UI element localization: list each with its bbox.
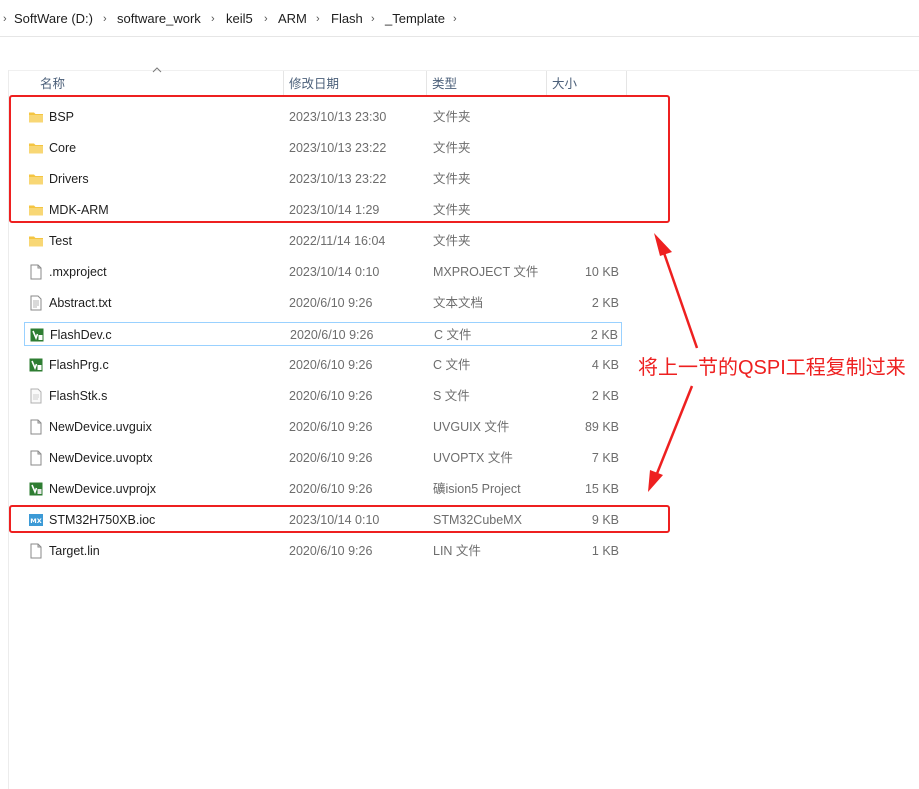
toolbar-spacer [0, 37, 919, 71]
highlight-box-folders [9, 95, 670, 223]
file-modified-date: 2020/6/10 9:26 [289, 296, 373, 310]
file-modified-date: 2020/6/10 9:26 [289, 389, 373, 403]
keil-file-icon [28, 357, 44, 373]
file-size: 2 KB [591, 296, 619, 310]
file-row[interactable]: NewDevice.uvguix 2020/6/10 9:26 UVGUIX 文件 8… [24, 415, 622, 439]
file-icon [28, 543, 44, 559]
column-divider[interactable] [626, 71, 627, 97]
file-name: .mxproject [49, 265, 107, 279]
file-type: UVGUIX 文件 [433, 420, 510, 434]
file-icon [28, 450, 44, 466]
folder-icon [28, 233, 44, 249]
file-type: C 文件 [433, 358, 471, 372]
file-type: C 文件 [434, 328, 472, 342]
file-size: 1 KB [591, 544, 619, 558]
breadcrumb-item-software-work[interactable]: software_work [117, 11, 201, 27]
file-modified-date: 2020/6/10 9:26 [289, 420, 373, 434]
chevron-right-icon[interactable]: › [453, 11, 457, 27]
file-name: NewDevice.uvguix [49, 420, 152, 434]
breadcrumb-item-flash[interactable]: Flash [331, 11, 363, 27]
file-row[interactable]: FlashDev.c 2020/6/10 9:26 C 文件 2 KB [24, 322, 622, 346]
keil-project-icon [28, 481, 44, 497]
file-type: 文本文档 [433, 296, 484, 310]
breadcrumb-item-keil5[interactable]: keil5 [226, 11, 253, 27]
file-size: 89 KB [584, 420, 619, 434]
breadcrumb-item-drive[interactable]: SoftWare (D:) [14, 11, 93, 27]
file-row[interactable]: .mxproject 2023/10/14 0:10 MXPROJECT 文件 10 … [24, 260, 622, 284]
file-name: FlashPrg.c [49, 358, 109, 372]
file-row[interactable]: NewDevice.uvoptx 2020/6/10 9:26 UVOPTX 文件 7… [24, 446, 622, 470]
chevron-right-icon[interactable]: › [264, 11, 268, 27]
asm-file-icon [28, 388, 44, 404]
file-name: NewDevice.uvprojx [49, 482, 156, 496]
file-size: 2 KB [591, 389, 619, 403]
file-modified-date: 2020/6/10 9:26 [289, 544, 373, 558]
file-row[interactable]: FlashStk.s 2020/6/10 9:26 S 文件 2 KB [24, 384, 622, 408]
file-name: NewDevice.uvoptx [49, 451, 153, 465]
file-name: FlashDev.c [50, 328, 112, 342]
file-size: 2 KB [590, 328, 618, 342]
column-header-size[interactable]: 大小 [546, 71, 626, 97]
highlight-box-ioc-file [9, 505, 670, 533]
breadcrumb-item-arm[interactable]: ARM [278, 11, 307, 27]
column-header-modified[interactable]: 修改日期 [283, 71, 427, 97]
chevron-right-icon[interactable]: › [103, 11, 107, 27]
file-icon [28, 419, 44, 435]
file-type: 文件夹 [433, 234, 471, 248]
file-size: 10 KB [584, 265, 619, 279]
annotation-text: 将上一节的QSPI工程复制过来 [638, 357, 906, 379]
file-modified-date: 2020/6/10 9:26 [289, 451, 373, 465]
column-header-name[interactable]: 名称 [34, 71, 284, 97]
navigation-pane-edge [0, 70, 9, 789]
file-row[interactable]: Abstract.txt 2020/6/10 9:26 文本文档 2 KB [24, 291, 622, 315]
address-bar[interactable]: › SoftWare (D:) › software_work › keil5 … [0, 0, 919, 37]
text-file-icon [28, 295, 44, 311]
file-type: S 文件 [433, 389, 470, 403]
file-type: 礦ision5 Project [433, 482, 521, 496]
arrow-down-icon [648, 385, 694, 492]
file-type: UVOPTX 文件 [433, 451, 513, 465]
file-row[interactable]: Target.lin 2020/6/10 9:26 LIN 文件 1 KB [24, 539, 622, 563]
file-row[interactable]: NewDevice.uvprojx 2020/6/10 9:26 礦ision5 P… [24, 477, 622, 501]
file-name: Abstract.txt [49, 296, 112, 310]
file-size: 15 KB [584, 482, 619, 496]
file-name: Target.lin [49, 544, 100, 558]
column-header-type[interactable]: 类型 [426, 71, 547, 97]
file-row[interactable]: FlashPrg.c 2020/6/10 9:26 C 文件 4 KB [24, 353, 622, 377]
chevron-right-icon[interactable]: › [371, 11, 375, 27]
arrow-up-icon [654, 233, 699, 349]
file-name: FlashStk.s [49, 389, 108, 403]
file-icon [28, 264, 44, 280]
chevron-right-icon[interactable]: › [211, 11, 215, 27]
file-modified-date: 2020/6/10 9:26 [290, 328, 374, 342]
file-type: LIN 文件 [433, 544, 481, 558]
file-modified-date: 2020/6/10 9:26 [289, 482, 373, 496]
file-name: Test [49, 234, 72, 248]
file-row[interactable]: Test 2022/11/14 16:04 文件夹 [24, 229, 622, 253]
file-size: 4 KB [591, 358, 619, 372]
chevron-right-icon[interactable]: › [316, 11, 320, 27]
file-modified-date: 2023/10/14 0:10 [289, 265, 380, 279]
file-size: 7 KB [591, 451, 619, 465]
breadcrumb-item-template[interactable]: _Template [385, 11, 445, 27]
file-modified-date: 2022/11/14 16:04 [289, 234, 386, 248]
keil-file-icon [29, 327, 45, 343]
file-modified-date: 2020/6/10 9:26 [289, 358, 373, 372]
file-type: MXPROJECT 文件 [433, 265, 539, 279]
chevron-right-icon[interactable]: › [3, 11, 7, 27]
